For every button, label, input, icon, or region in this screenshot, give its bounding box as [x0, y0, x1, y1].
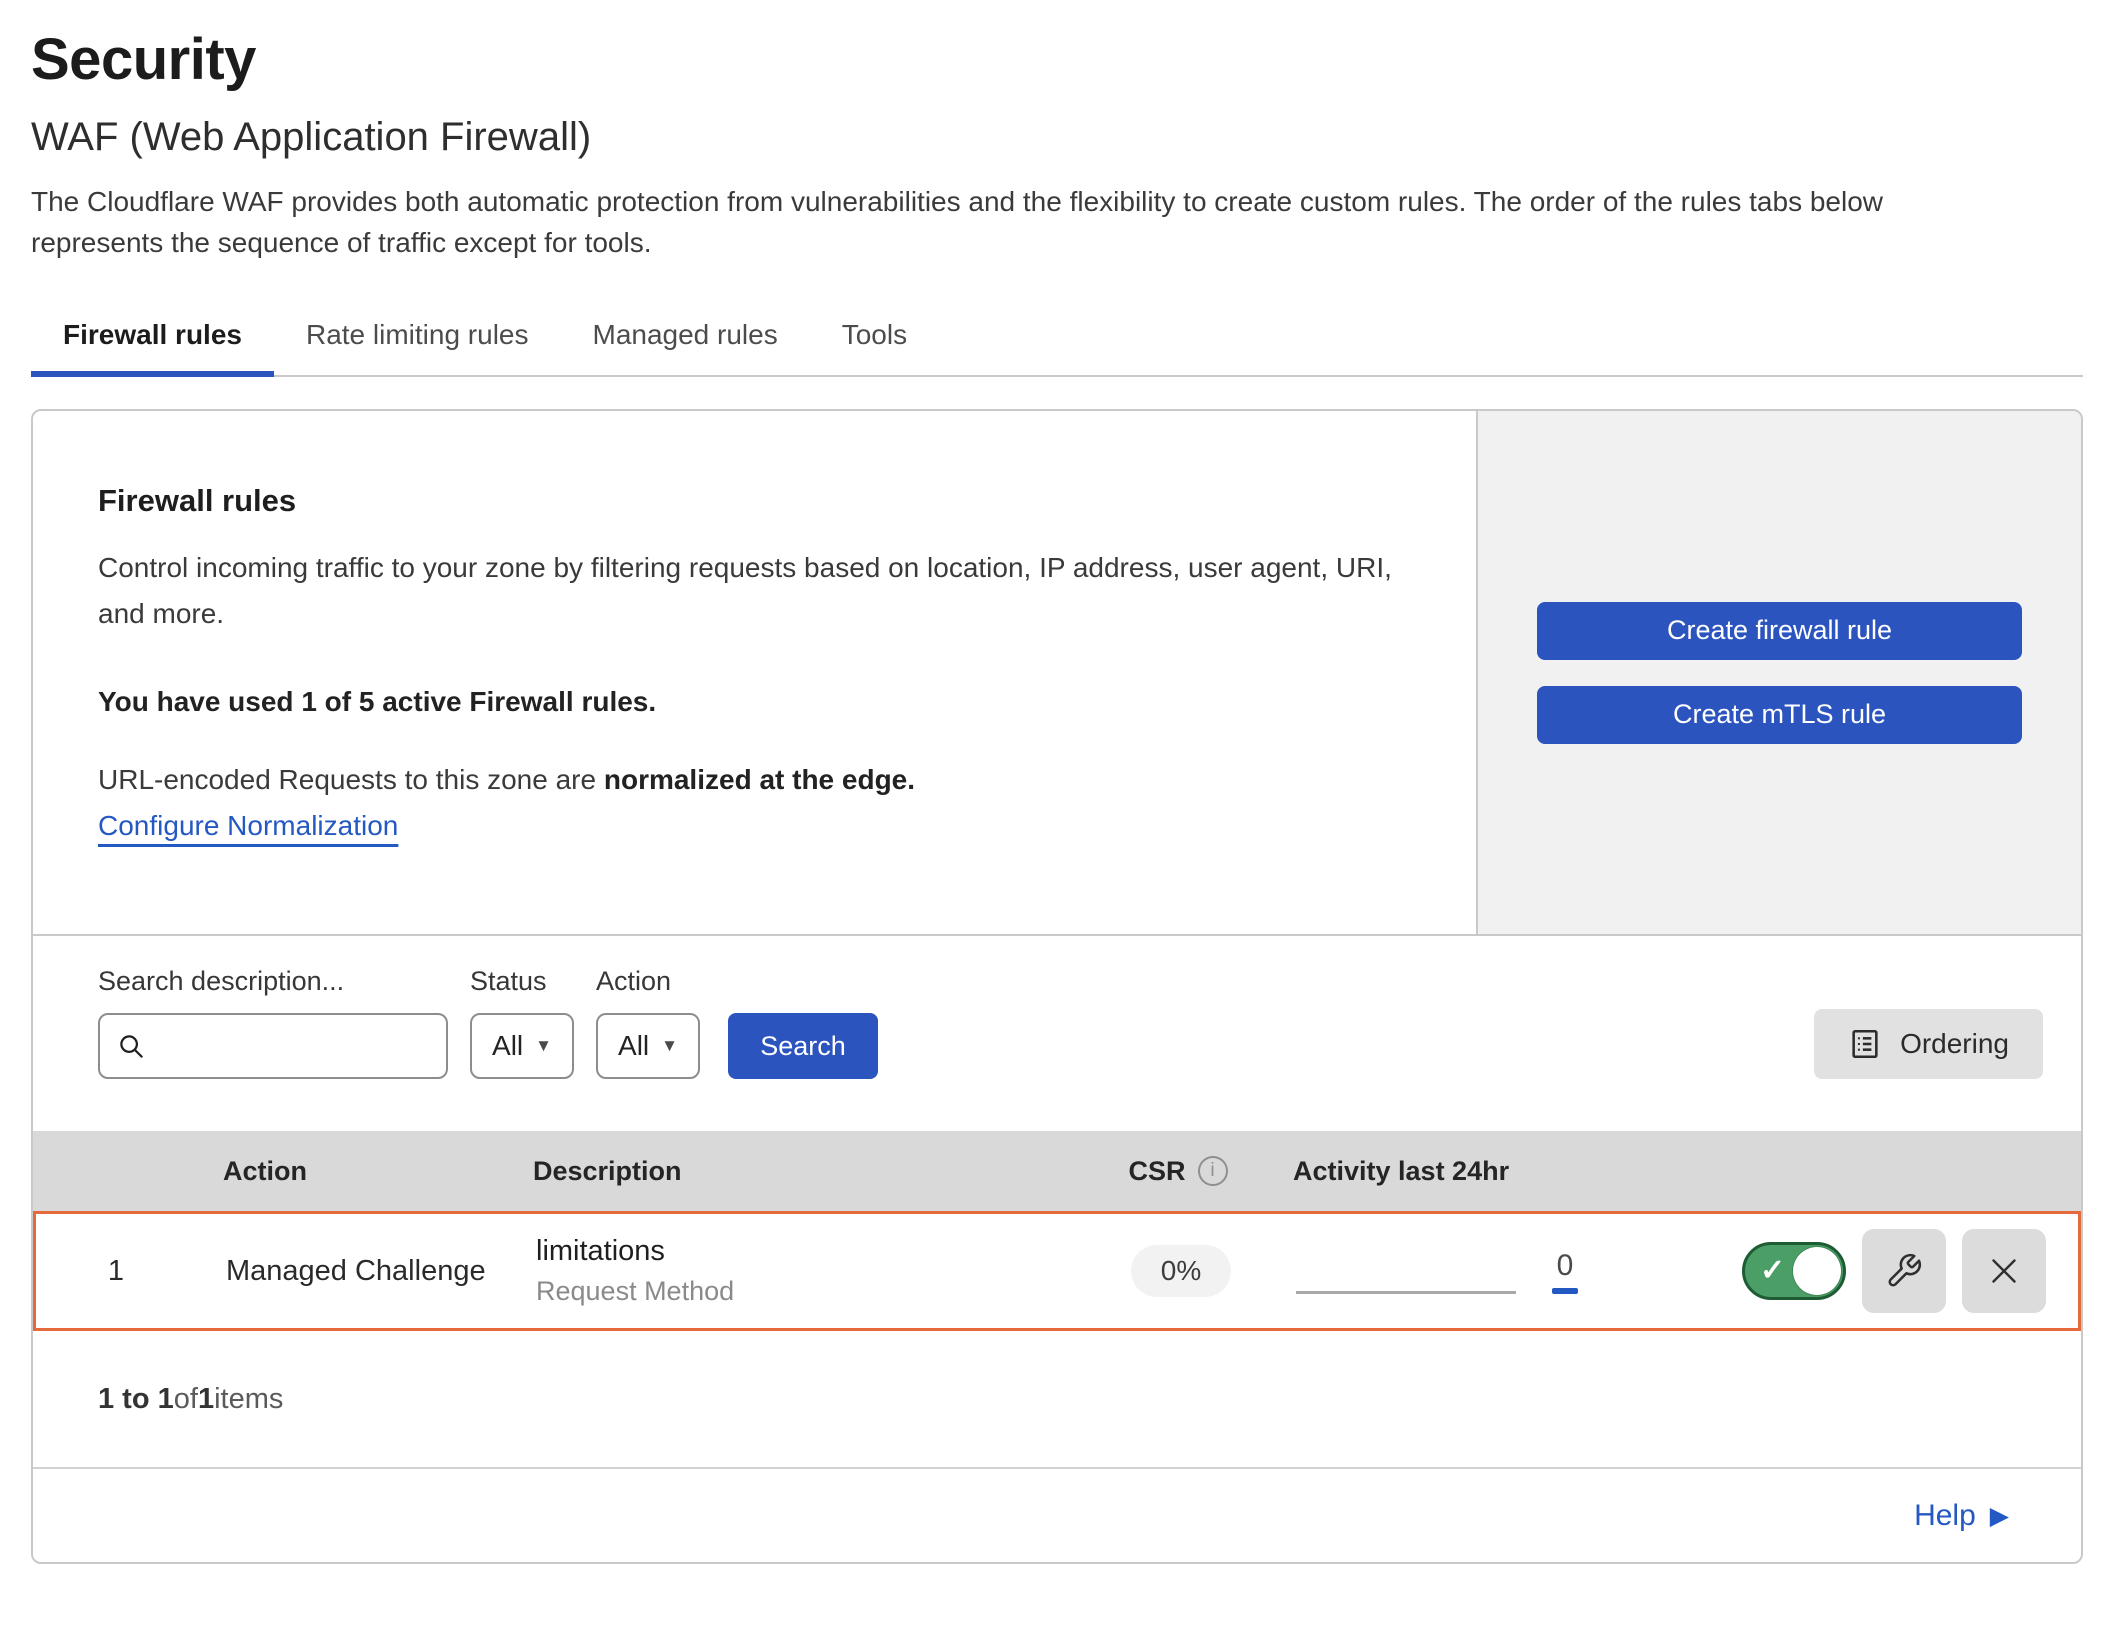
rule-activity-cell: 0 [1296, 1249, 1716, 1294]
header-csr-label: CSR [1128, 1156, 1185, 1187]
close-icon [1986, 1253, 2022, 1289]
search-label: Search description... [98, 966, 448, 997]
search-filter-group: Search description... [98, 966, 448, 1079]
page-subtitle: WAF (Web Application Firewall) [31, 115, 2083, 160]
card-heading: Firewall rules [98, 483, 1416, 519]
header-csr: CSR i [1063, 1156, 1293, 1187]
filter-toolbar: Search description... Status All ▼ [33, 936, 2081, 1131]
action-label: Action [596, 966, 700, 997]
chevron-down-icon: ▼ [661, 1036, 678, 1056]
page-title: Security [31, 26, 2083, 93]
status-filter-group: Status All ▼ [470, 966, 574, 1079]
pagination-items: items [214, 1383, 283, 1416]
activity-count-underline [1552, 1288, 1578, 1294]
rule-controls-cell: ✓ [1716, 1229, 2078, 1313]
rule-action: Managed Challenge [196, 1255, 536, 1288]
check-icon: ✓ [1760, 1253, 1785, 1288]
help-arrow-icon: ▶ [1990, 1501, 2009, 1531]
status-dropdown-value: All [492, 1030, 523, 1062]
rules-table-header: Action Description CSR i Activity last 2… [33, 1131, 2081, 1211]
configure-normalization-link[interactable]: Configure Normalization [98, 810, 398, 842]
action-dropdown-value: All [618, 1030, 649, 1062]
header-action: Action [193, 1156, 533, 1187]
search-button[interactable]: Search [728, 1013, 878, 1079]
tab-managed-rules[interactable]: Managed rules [561, 303, 810, 375]
normalization-text: URL-encoded Requests to this zone are [98, 764, 604, 795]
rule-description-cell: limitations Request Method [536, 1235, 1066, 1307]
rule-enabled-toggle[interactable]: ✓ [1742, 1242, 1846, 1300]
normalization-note: URL-encoded Requests to this zone are no… [98, 764, 1416, 796]
pagination-total: 1 [198, 1383, 214, 1416]
card-actions-panel: Create firewall rule Create mTLS rule [1476, 411, 2081, 934]
create-mtls-rule-button[interactable]: Create mTLS rule [1537, 686, 2022, 744]
action-dropdown[interactable]: All ▼ [596, 1013, 700, 1079]
rules-tab-bar: Firewall rules Rate limiting rules Manag… [31, 303, 2083, 377]
pagination-summary: 1 to 1 of 1 items [33, 1331, 2081, 1469]
card-footer: Help ▶ [33, 1469, 2081, 1562]
status-dropdown[interactable]: All ▼ [470, 1013, 574, 1079]
rule-csr-cell: 0% [1066, 1245, 1296, 1297]
header-activity: Activity last 24hr [1293, 1156, 1713, 1187]
firewall-rules-card: Firewall rules Control incoming traffic … [31, 409, 2083, 1564]
normalization-bold-text: normalized at the edge. [604, 764, 915, 795]
usage-summary: You have used 1 of 5 active Firewall rul… [98, 686, 1416, 718]
tab-firewall-rules[interactable]: Firewall rules [31, 303, 274, 375]
card-description: Control incoming traffic to your zone by… [98, 545, 1408, 636]
page-description: The Cloudflare WAF provides both automat… [31, 182, 2016, 263]
action-filter-group: Action All ▼ [596, 966, 700, 1079]
ordering-button[interactable]: Ordering [1814, 1009, 2043, 1079]
search-input[interactable] [156, 1030, 430, 1063]
activity-sparkline: 0 [1296, 1249, 1716, 1294]
delete-rule-button[interactable] [1962, 1229, 2046, 1313]
tab-tools[interactable]: Tools [810, 303, 939, 375]
search-input-box[interactable] [98, 1013, 448, 1079]
firewall-rules-info: Firewall rules Control incoming traffic … [33, 411, 1476, 934]
ordering-button-label: Ordering [1900, 1028, 2009, 1060]
info-icon[interactable]: i [1198, 1156, 1228, 1186]
ordering-list-icon [1848, 1027, 1882, 1061]
pagination-of: of [174, 1383, 198, 1416]
edit-rule-button[interactable] [1862, 1229, 1946, 1313]
tab-rate-limiting-rules[interactable]: Rate limiting rules [274, 303, 561, 375]
toggle-knob [1793, 1247, 1841, 1295]
search-icon [116, 1031, 146, 1061]
sparkline-baseline [1296, 1291, 1516, 1294]
table-row: 1 Managed Challenge limitations Request … [33, 1211, 2081, 1331]
wrench-icon [1885, 1252, 1923, 1290]
activity-count-link[interactable]: 0 [1552, 1249, 1578, 1294]
card-top-section: Firewall rules Control incoming traffic … [33, 411, 2081, 936]
security-waf-page: Security WAF (Web Application Firewall) … [0, 0, 2114, 1564]
rule-description: limitations [536, 1235, 1066, 1268]
status-label: Status [470, 966, 574, 997]
rule-expression: Request Method [536, 1276, 1066, 1307]
pagination-range: 1 to 1 [98, 1383, 174, 1416]
header-description: Description [533, 1156, 1063, 1187]
help-link[interactable]: Help [1914, 1499, 1976, 1533]
activity-count: 0 [1557, 1249, 1574, 1283]
rule-priority: 1 [36, 1255, 196, 1288]
csr-badge: 0% [1131, 1245, 1231, 1297]
create-firewall-rule-button[interactable]: Create firewall rule [1537, 602, 2022, 660]
chevron-down-icon: ▼ [535, 1036, 552, 1056]
